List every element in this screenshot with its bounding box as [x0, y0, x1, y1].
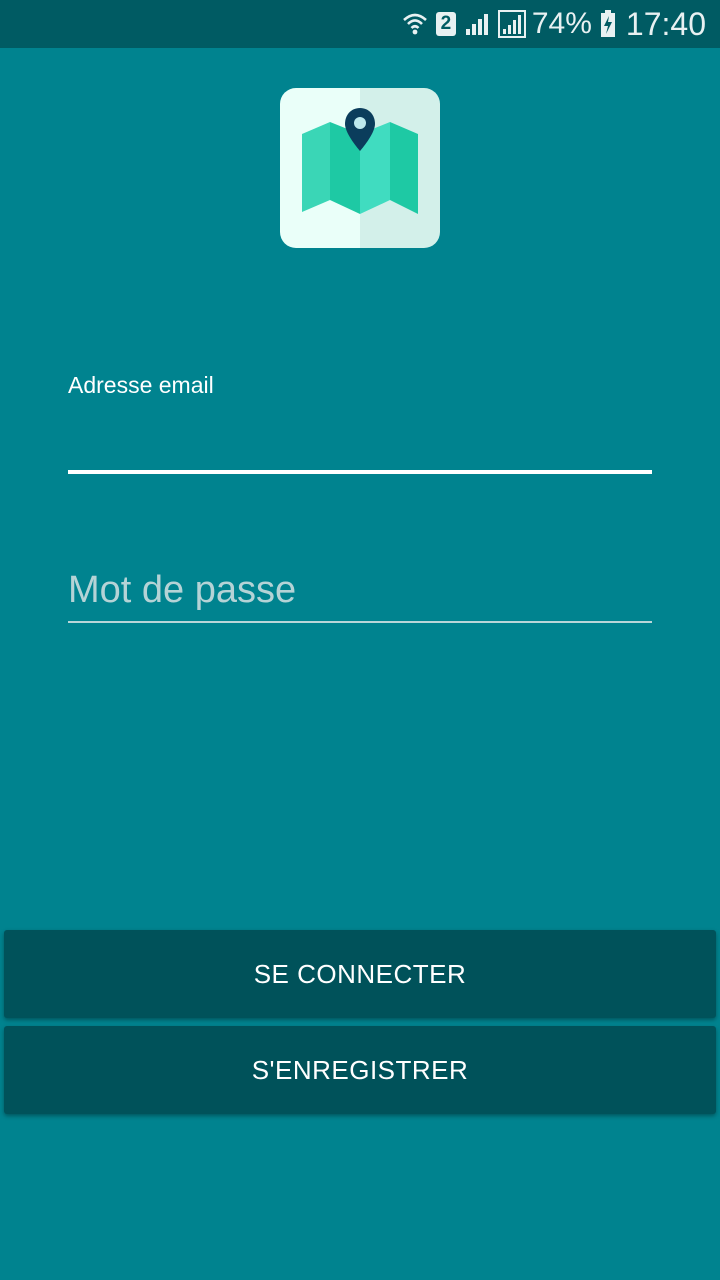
password-field[interactable]	[68, 560, 652, 620]
email-label: Adresse email	[68, 372, 214, 398]
email-field[interactable]	[68, 402, 652, 466]
sim-badge: 2	[435, 12, 456, 36]
email-underline	[68, 470, 652, 474]
password-underline	[68, 621, 652, 623]
app-logo	[280, 88, 440, 248]
clock: 17:40	[625, 5, 706, 42]
wifi-icon	[402, 11, 428, 37]
register-button[interactable]: S'ENREGISTRER	[4, 1026, 716, 1114]
status-bar: 2 74% 17:40	[0, 0, 720, 48]
signal-icon	[464, 11, 490, 37]
signal-icon	[497, 10, 526, 38]
login-button[interactable]: SE CONNECTER	[4, 930, 716, 1018]
battery-charging-icon	[600, 10, 616, 38]
battery-percent: 74%	[531, 7, 592, 40]
